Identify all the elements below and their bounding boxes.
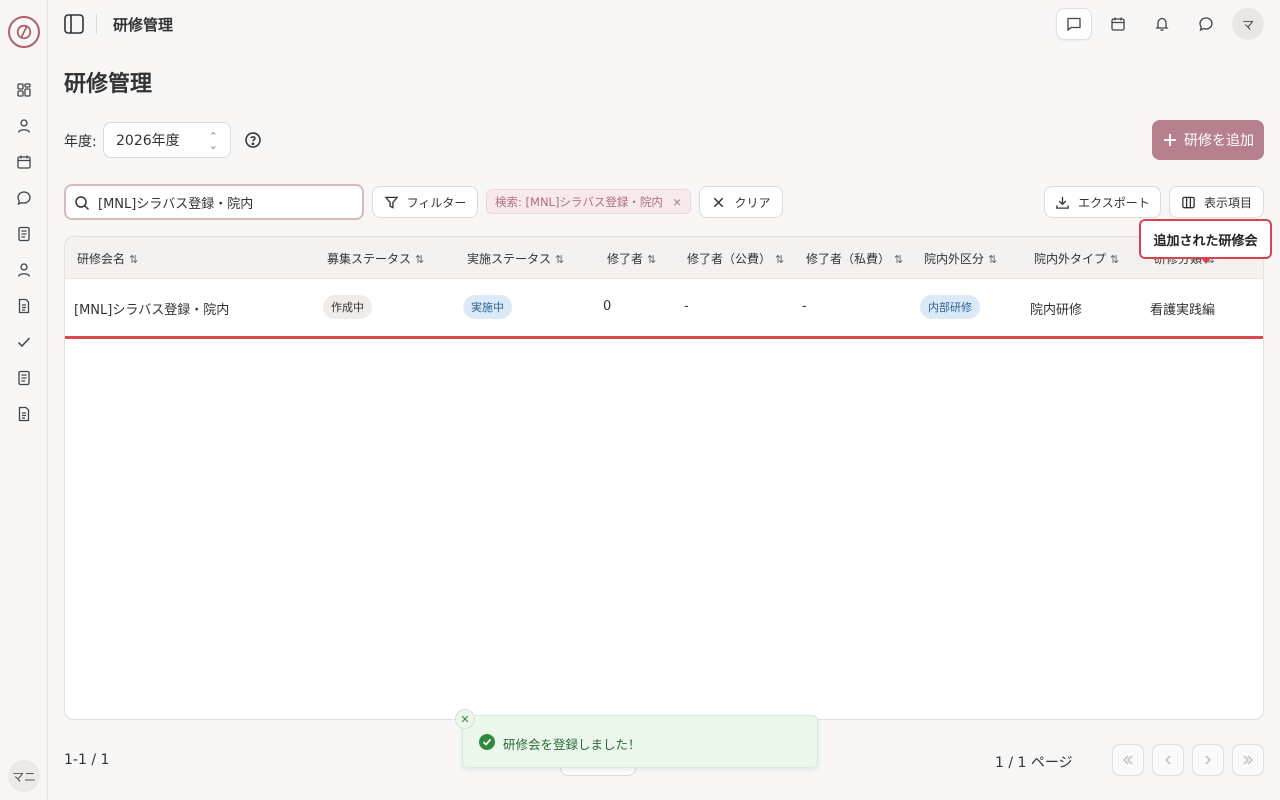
export-label: エクスポート	[1078, 195, 1150, 210]
list-icon[interactable]	[14, 368, 34, 388]
next-page-button[interactable]	[1192, 744, 1224, 776]
columns-label: 表示項目	[1203, 195, 1252, 210]
inout-category-badge: 内部研修	[920, 295, 980, 319]
year-value: 2026年度	[116, 133, 180, 149]
close-icon[interactable]: ×	[672, 195, 682, 209]
recruit-status-badge: 作成中	[323, 295, 372, 319]
search-input[interactable]	[98, 194, 348, 210]
user-icon[interactable]	[14, 116, 34, 136]
chat-icon[interactable]	[14, 188, 34, 208]
chevron-left-icon	[1165, 755, 1171, 765]
filter-icon	[384, 196, 399, 209]
sort-icon: ⇅	[555, 253, 565, 266]
chevron-right-icon	[1205, 755, 1211, 765]
training-table: 研修会名 ⇅ 募集ステータス ⇅ 実施ステータス ⇅ 修了者 ⇅ 修了者（公費） ⇅ 修了…	[64, 236, 1264, 720]
bell-icon	[1155, 17, 1169, 31]
list-icon[interactable]	[14, 224, 34, 244]
sort-icon: ⇅	[647, 253, 657, 266]
toast-close-icon[interactable]: ✕	[455, 709, 475, 729]
column-header[interactable]: 修了者 ⇅	[607, 250, 656, 267]
columns-button[interactable]: 表示項目	[1169, 186, 1264, 218]
search-filter-chip[interactable]: 検索: [MNL]シラバス登録・院内 ×	[486, 189, 691, 214]
calendar-icon	[1111, 17, 1125, 31]
callout-pointer	[1200, 257, 1212, 264]
success-toast: 研修会を登録しました！	[462, 715, 818, 768]
prev-page-button[interactable]	[1152, 744, 1184, 776]
sort-icon: ⇅	[894, 253, 904, 266]
toast-message: 研修会を登録しました！	[503, 737, 641, 752]
filter-button[interactable]: フィルター	[372, 186, 478, 218]
sidebar: マニ	[0, 0, 48, 800]
pagination-range: 1-1 / 1	[64, 752, 110, 768]
close-icon	[714, 197, 724, 207]
document-icon[interactable]	[14, 404, 34, 424]
document-icon[interactable]	[14, 296, 34, 316]
logo-icon[interactable]	[8, 16, 40, 48]
sort-icon: ⇅	[415, 253, 425, 266]
search-field[interactable]	[64, 184, 364, 220]
avatar[interactable]: マ	[1232, 8, 1264, 40]
page-title: 研修管理	[64, 72, 153, 97]
exec-status-badge: 実施中	[463, 295, 512, 319]
column-header[interactable]: 修了者（私費） ⇅	[806, 250, 903, 267]
first-page-button[interactable]	[1112, 744, 1144, 776]
chevron-updown-icon: ⌃ ⌄	[208, 130, 218, 152]
divider	[96, 14, 97, 34]
training-name-cell[interactable]: [MNL]シラバス登録・院内	[74, 299, 229, 318]
column-header[interactable]: 院内外区分 ⇅	[924, 250, 997, 267]
year-label: 年度:	[64, 134, 97, 150]
column-header[interactable]: 募集ステータス ⇅	[327, 250, 424, 267]
added-training-callout: 追加された研修会	[1139, 219, 1272, 259]
table-row[interactable]: [MNL]シラバス登録・院内 作成中 実施中 0 - - 内部研修 院内研修 看…	[65, 279, 1263, 339]
last-page-button[interactable]	[1232, 744, 1264, 776]
clear-label: クリア	[734, 195, 771, 210]
column-header[interactable]: 研修会名 ⇅	[77, 250, 138, 267]
page-indicator: 1 / 1 ページ	[995, 755, 1073, 771]
category-cell: 看護実践編	[1150, 303, 1216, 318]
add-training-label: 研修を追加	[1184, 133, 1254, 149]
sort-icon: ⇅	[775, 253, 785, 266]
table-header: 研修会名 ⇅ 募集ステータス ⇅ 実施ステータス ⇅ 修了者 ⇅ 修了者（公費） ⇅ 修了…	[65, 237, 1263, 279]
search-icon	[75, 196, 90, 211]
sidebar-toggle-icon[interactable]	[62, 12, 86, 36]
sort-icon: ⇅	[988, 253, 998, 266]
completed-private-cell: -	[802, 299, 807, 314]
user-menu[interactable]: マニ	[8, 760, 40, 792]
check-circle-icon	[479, 734, 495, 750]
filter-label: フィルター	[406, 195, 467, 210]
notification-button[interactable]	[1144, 8, 1180, 40]
download-icon	[1056, 196, 1069, 209]
header-title: 研修管理	[113, 16, 174, 34]
columns-icon	[1182, 196, 1195, 208]
completed-cell: 0	[603, 299, 612, 314]
message-button[interactable]	[1056, 8, 1092, 40]
year-select[interactable]: 2026年度 ⌃ ⌄	[103, 122, 231, 158]
user-icon[interactable]	[14, 260, 34, 280]
clear-button[interactable]: クリア	[699, 186, 783, 218]
chat-button[interactable]	[1188, 8, 1224, 40]
export-button[interactable]: エクスポート	[1044, 186, 1161, 218]
plus-icon	[1164, 134, 1176, 146]
sort-icon: ⇅	[129, 253, 139, 266]
add-training-button[interactable]: 研修を追加	[1152, 120, 1264, 160]
calendar-button[interactable]	[1100, 8, 1136, 40]
chevrons-right-icon	[1243, 755, 1253, 765]
column-header[interactable]: 修了者（公費） ⇅	[687, 250, 784, 267]
dashboard-icon[interactable]	[14, 80, 34, 100]
completed-public-cell: -	[684, 299, 689, 314]
check-icon[interactable]	[14, 332, 34, 352]
column-header[interactable]: 院内外タイプ ⇅	[1034, 250, 1119, 267]
chat-icon	[1199, 17, 1213, 32]
message-square-icon	[1067, 17, 1081, 32]
sort-icon: ⇅	[1110, 253, 1120, 266]
chevrons-left-icon	[1123, 755, 1133, 765]
top-bar: 研修管理 マ	[48, 0, 1280, 48]
search-chip-label: 検索: [MNL]シラバス登録・院内	[495, 194, 663, 209]
inout-type-cell: 院内研修	[1030, 303, 1083, 318]
help-icon[interactable]	[244, 131, 262, 149]
column-header[interactable]: 実施ステータス ⇅	[467, 250, 564, 267]
calendar-icon[interactable]	[14, 152, 34, 172]
